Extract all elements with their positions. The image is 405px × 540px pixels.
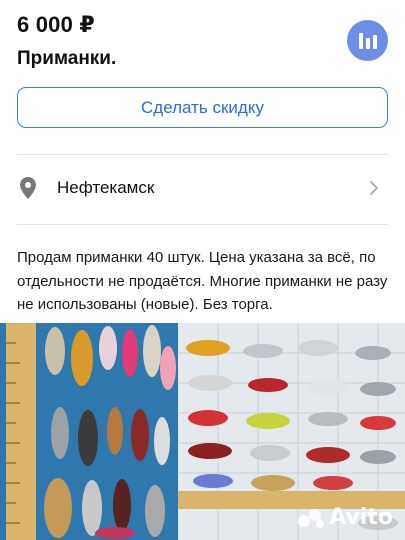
divider [17, 154, 388, 155]
bar-chart-icon [358, 32, 377, 49]
listing-title: Приманки. [17, 48, 117, 69]
listing-description: Продам приманки 40 штук. Цена указана за… [17, 249, 388, 313]
location-city: Нефтекамск [57, 178, 155, 197]
watermark-text: Avito [329, 505, 393, 530]
stats-button[interactable] [347, 20, 388, 61]
avito-logo-icon [298, 508, 325, 528]
map-pin-icon [18, 176, 38, 200]
make-discount-button[interactable]: Сделать скидку [17, 87, 388, 128]
location-row[interactable]: Нефтекамск [17, 162, 388, 214]
photo-lures-right[interactable]: Avito [178, 323, 405, 540]
chevron-right-icon [370, 180, 382, 196]
price: 6 000 ₽ [17, 12, 95, 37]
divider [17, 224, 388, 225]
photo-gallery[interactable]: Avito [0, 323, 405, 540]
photo-lures-left[interactable] [0, 323, 178, 540]
avito-watermark: Avito [297, 505, 393, 530]
